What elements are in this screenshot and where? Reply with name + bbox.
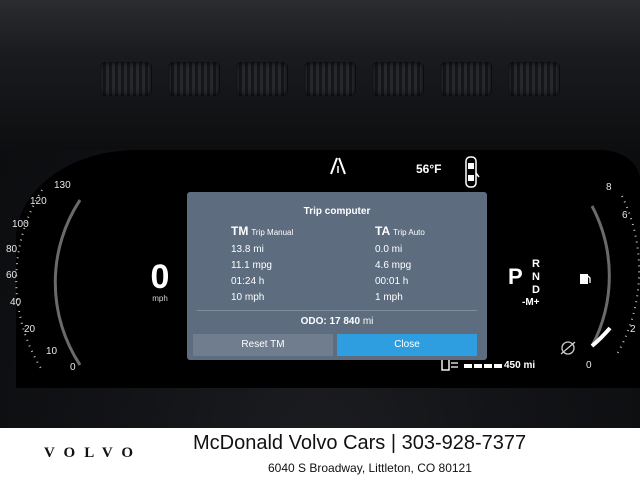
trip-computer-title: Trip computer	[303, 206, 371, 217]
speed-tick: 40	[10, 297, 22, 308]
fuel-level-bar	[464, 364, 502, 368]
odometer-unit: mi	[362, 316, 374, 327]
divider	[197, 310, 477, 311]
trip-auto-label: Trip Auto	[393, 228, 425, 237]
speed-tick: 130	[54, 180, 71, 191]
trip-auto-time: 00:01 h	[375, 276, 409, 287]
odometer-value: 17 840	[329, 316, 361, 327]
defroster-vent	[508, 62, 560, 96]
speed-tick: 60	[6, 270, 18, 281]
trip-manual-avg-speed: 10 mph	[231, 292, 265, 303]
speed-tick: 20	[24, 324, 36, 335]
range-icon	[441, 358, 458, 371]
defroster-vent	[100, 62, 152, 96]
speed-unit: mph	[152, 294, 168, 303]
speedometer-gauge: 130 120 100 80 60 40 20 10 0	[6, 180, 82, 373]
rpm-tick: 2	[630, 324, 636, 335]
trip-auto-header: TA Trip Auto	[375, 224, 425, 238]
trip-auto-code: TA	[375, 224, 391, 238]
trip-manual-time: 01:24 h	[231, 276, 265, 287]
trip-auto-avg-speed: 1 mph	[375, 292, 403, 303]
gear-option: N	[532, 271, 540, 283]
defroster-vent	[236, 62, 288, 96]
brand-logo: VOLVO	[44, 445, 143, 461]
gear-current: P	[508, 264, 523, 289]
speed-tick: 10	[46, 346, 58, 357]
trip-manual-code: TM	[231, 224, 249, 238]
trip-manual-header: TM Trip Manual	[231, 224, 293, 238]
fuel-pump-icon	[580, 274, 591, 284]
odometer: ODO: 17 840 mi	[187, 316, 487, 327]
trip-manual-label: Trip Manual	[251, 228, 294, 237]
odometer-label: ODO:	[300, 316, 327, 327]
trip-auto-column: TA Trip Auto 0.0 mi 4.6 mpg 00:01 h 1 mph	[375, 224, 425, 306]
defroster-vent	[304, 62, 356, 96]
rpm-tick: 8	[606, 182, 612, 193]
gear-option: D	[532, 284, 540, 296]
lane-assist-icon	[330, 157, 346, 175]
dealer-name-phone: McDonald Volvo Cars | 303-928-7377	[193, 432, 527, 454]
gear-option: R	[532, 258, 540, 270]
dealer-address: 6040 S Broadway, Littleton, CO 80121	[268, 461, 472, 475]
rpm-tick: 0	[586, 360, 592, 371]
trip-computer-panel: Trip computer TM Trip Manual 13.8 mi 11.1…	[187, 192, 487, 360]
trip-manual-column: TM Trip Manual 13.8 mi 11.1 mpg 01:24 h 1…	[231, 224, 293, 306]
speed-tick: 0	[70, 362, 76, 373]
dashboard-photo: 130 120 100 80 60 40 20 10 0 0 mph 8 6 2…	[0, 0, 640, 428]
speed-readout: 0	[150, 258, 170, 296]
reset-tm-button[interactable]: Reset TM	[193, 334, 333, 356]
driver-assist-icon	[560, 341, 576, 355]
dealer-footer: VOLVO McDonald Volvo Cars | 303-928-7377…	[0, 428, 640, 480]
speed-tick: 120	[30, 196, 47, 207]
trip-manual-distance: 13.8 mi	[231, 244, 264, 255]
trip-auto-economy: 4.6 mpg	[375, 260, 412, 271]
defroster-vent	[372, 62, 424, 96]
defroster-vent	[440, 62, 492, 96]
speed-tick: 100	[12, 219, 29, 230]
defroster-vent	[168, 62, 220, 96]
range-readout: 450 mi	[504, 360, 536, 371]
trip-auto-distance: 0.0 mi	[375, 244, 403, 255]
outside-temperature: 56°F	[416, 162, 442, 176]
close-button[interactable]: Close	[337, 334, 477, 356]
car-door-icon	[465, 156, 480, 188]
manual-mode: -M+	[522, 297, 540, 308]
speed-tick: 80	[6, 244, 18, 255]
trip-manual-economy: 11.1 mpg	[231, 260, 272, 271]
rpm-tick: 6	[622, 210, 628, 221]
